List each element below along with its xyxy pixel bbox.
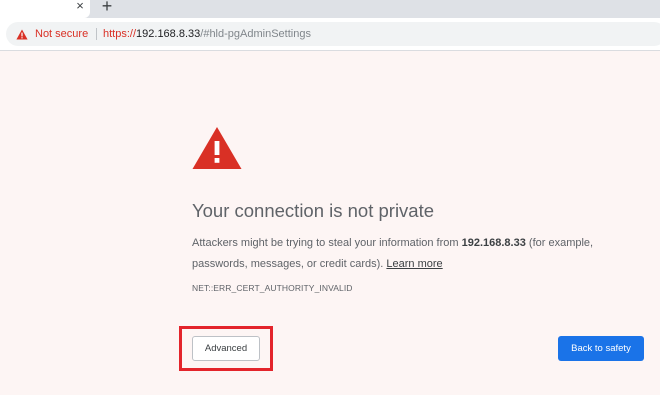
toolbar: Not secure https://192.168.8.33/#hld-pgA…: [0, 18, 660, 51]
new-tab-button[interactable]: +: [99, 0, 115, 15]
not-secure-label[interactable]: Not secure: [35, 27, 88, 41]
warning-triangle-icon: [192, 127, 242, 169]
warning-icon[interactable]: [16, 29, 28, 40]
url-text[interactable]: https://192.168.8.33/#hld-pgAdminSetting…: [103, 27, 311, 41]
explanation-text: Attackers might be trying to steal your …: [192, 233, 632, 275]
learn-more-link[interactable]: Learn more: [386, 258, 442, 270]
back-to-safety-button[interactable]: Back to safety: [558, 336, 644, 361]
explanation-pre: Attackers might be trying to steal your …: [192, 237, 462, 249]
page-heading: Your connection is not private: [192, 200, 435, 221]
advanced-button[interactable]: Advanced: [192, 336, 260, 361]
omnibox-divider: [96, 28, 97, 40]
url-path: /#hld-pgAdminSettings: [200, 28, 311, 40]
explanation-host: 192.168.8.33: [461, 237, 526, 249]
address-bar[interactable]: Not secure https://192.168.8.33/#hld-pgA…: [6, 22, 660, 46]
tab-strip: × +: [0, 0, 660, 18]
url-scheme: https://: [103, 28, 137, 40]
active-tab[interactable]: ×: [0, 0, 90, 18]
tab-close-icon[interactable]: ×: [74, 0, 86, 14]
url-host: 192.168.8.33: [136, 28, 201, 40]
error-code[interactable]: NET::ERR_CERT_AUTHORITY_INVALID: [192, 282, 353, 294]
